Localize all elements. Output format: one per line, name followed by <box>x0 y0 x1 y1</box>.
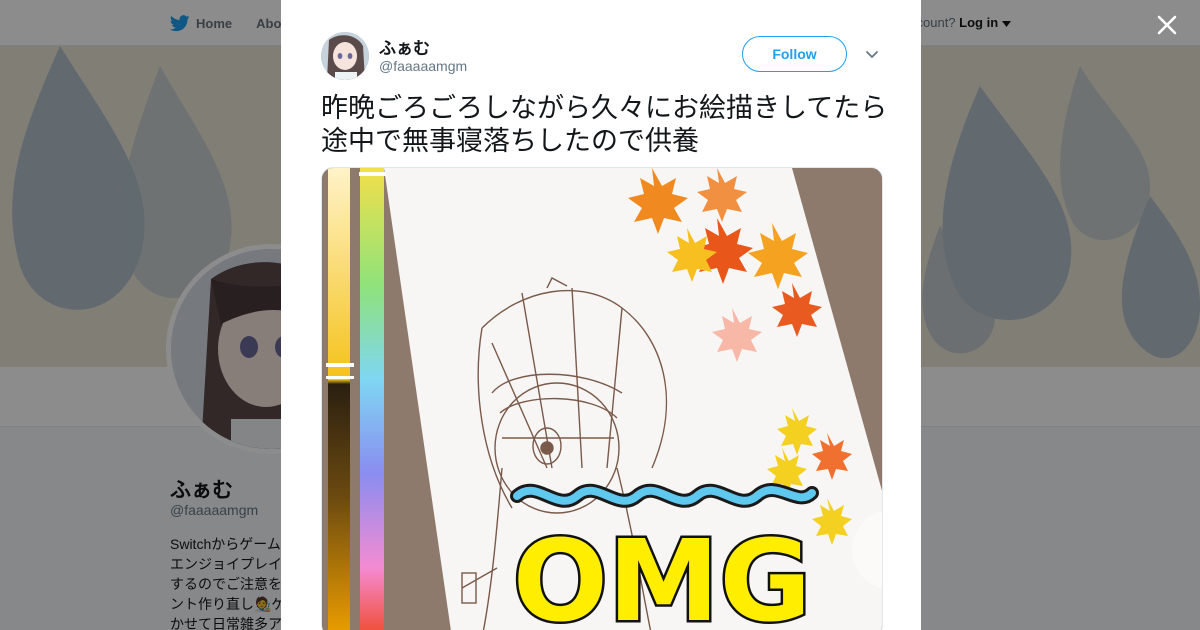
tweet-modal: ふぁむ @faaaaamgm Follow 昨晩ごろごろしながら久々にお絵描きし… <box>281 0 921 630</box>
tweet-menu-button[interactable] <box>863 46 881 64</box>
tweet-illustration: OMG <box>322 168 882 630</box>
follow-button[interactable]: Follow <box>742 36 847 72</box>
author-name[interactable]: ふぁむ <box>379 34 430 59</box>
media-overlay-text: OMG <box>513 517 812 630</box>
close-button[interactable] <box>1152 10 1182 40</box>
author-handle[interactable]: @faaaaamgm <box>379 58 467 74</box>
author-avatar-image <box>321 32 369 80</box>
author-avatar[interactable] <box>321 32 369 80</box>
tweet-media[interactable]: OMG <box>321 167 883 630</box>
close-icon <box>1157 15 1177 35</box>
chevron-down-icon <box>866 51 878 59</box>
tweet-text: 昨晩ごろごろしながら久々にお絵描きしてたら途中で無事寝落ちしたので供養 <box>321 93 888 157</box>
